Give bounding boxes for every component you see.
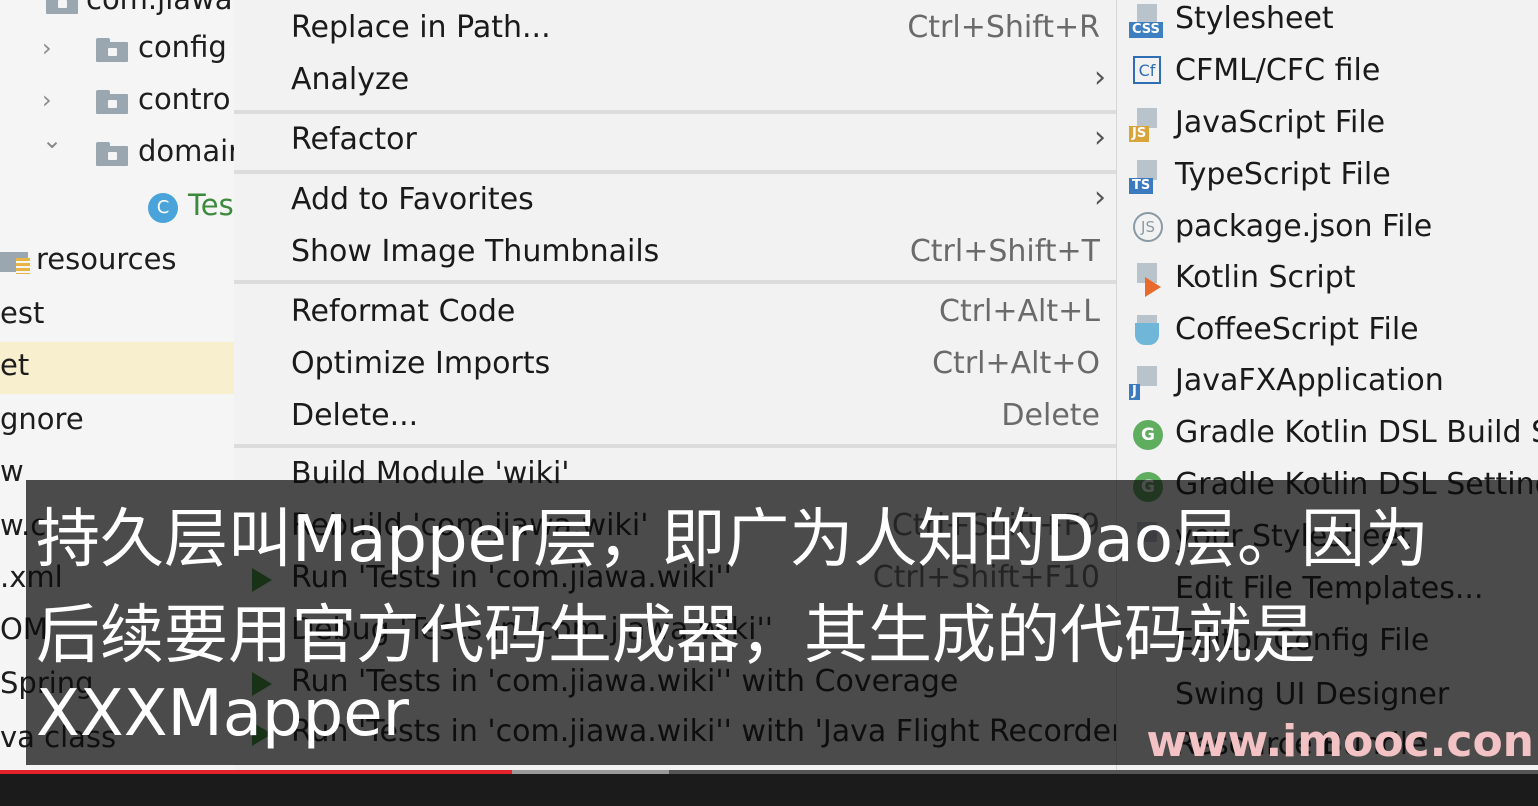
coffeescript-file-icon <box>1129 313 1165 349</box>
menu-item-shortcut: Ctrl+Alt+L <box>939 294 1100 329</box>
submenu-item-label: JavaScript File <box>1175 105 1386 140</box>
tree-row-label: gnore <box>0 402 84 436</box>
submenu-item[interactable]: J JavaFXApplication <box>1117 358 1538 410</box>
submenu-item[interactable]: Cf CFML/CFC file <box>1117 48 1538 100</box>
typescript-file-icon: TS <box>1129 158 1165 194</box>
video-player-bar <box>0 770 1538 806</box>
chevron-right-icon[interactable]: › <box>42 34 52 62</box>
menu-item[interactable]: Replace in Path... Ctrl+Shift+R <box>234 2 1116 54</box>
menu-item-shortcut: Ctrl+Shift+T <box>909 234 1100 269</box>
menu-item[interactable]: Analyze › <box>234 54 1116 106</box>
menu-item-label: Optimize Imports <box>291 346 551 381</box>
menu-item-label: Refactor <box>291 122 417 157</box>
submenu-item[interactable]: JS package.json File <box>1117 204 1538 256</box>
css-file-icon: CSS <box>1129 2 1165 38</box>
tree-row-label: contro <box>138 82 231 116</box>
progress-fill <box>0 770 513 774</box>
menu-item[interactable]: Show Image Thumbnails Ctrl+Shift+T <box>234 226 1116 278</box>
menu-item-label: Replace in Path... <box>291 10 551 45</box>
package-json-icon: JS <box>1129 210 1165 246</box>
submenu-item[interactable]: JS JavaScript File <box>1117 100 1538 152</box>
submenu-item-label: CFML/CFC file <box>1175 53 1381 88</box>
tree-row[interactable]: est <box>0 290 234 342</box>
menu-item-label: Add to Favorites <box>291 182 534 217</box>
java-class-icon: C <box>148 193 178 223</box>
tree-row-label: et <box>0 348 30 382</box>
tree-row-label: est <box>0 296 45 330</box>
imooc-watermark: www.imooc.con <box>1146 716 1534 767</box>
menu-item-label: Delete... <box>291 398 419 433</box>
progress-track[interactable] <box>0 770 1538 774</box>
submenu-item[interactable]: CSS Stylesheet <box>1117 0 1538 48</box>
submenu-item[interactable]: CoffeeScript File <box>1117 307 1538 359</box>
tree-row[interactable]: et <box>0 342 234 394</box>
chevron-right-icon[interactable]: › <box>42 86 52 114</box>
folder-icon <box>96 38 128 62</box>
tree-row-label: config <box>138 30 227 64</box>
subtitle-line-1: 持久层叫Mapper层，即广为人知的Dao层。因为 <box>36 503 1430 577</box>
folder-icon <box>96 90 128 114</box>
submenu-item-label: package.json File <box>1175 209 1433 244</box>
menu-item-label: Reformat Code <box>291 294 516 329</box>
tree-row-label: Tes <box>188 188 234 222</box>
menu-item[interactable]: Optimize Imports Ctrl+Alt+O <box>234 338 1116 390</box>
chevron-down-icon[interactable]: ⌄ <box>42 126 62 154</box>
menu-item[interactable]: Delete... Delete <box>234 390 1116 442</box>
tree-row-label: w <box>0 454 24 488</box>
chevron-right-icon: › <box>1094 120 1106 155</box>
menu-item-shortcut: Ctrl+Alt+O <box>932 346 1100 381</box>
folder-icon <box>96 142 128 166</box>
menu-item-label: Show Image Thumbnails <box>291 234 660 269</box>
subtitle-line-2: 后续要用官方代码生成器，其生成的代码就是 <box>36 599 1316 673</box>
resources-folder-icon <box>0 248 32 274</box>
menu-item-label: Analyze <box>291 62 410 97</box>
tree-row[interactable]: › contro <box>0 76 234 128</box>
tree-row-label: domair <box>138 134 234 168</box>
submenu-item-label: CoffeeScript File <box>1175 312 1419 347</box>
submenu-item[interactable]: TS TypeScript File <box>1117 152 1538 204</box>
tree-row-label: resources <box>36 242 177 276</box>
submenu-item-label: Stylesheet <box>1175 1 1334 36</box>
tree-row[interactable]: › config <box>0 24 234 76</box>
tree-row[interactable]: ⌄ domair <box>0 126 234 180</box>
submenu-item[interactable]: G Gradle Kotlin DSL Build Sc <box>1117 410 1538 462</box>
submenu-item-label: TypeScript File <box>1175 157 1391 192</box>
tree-row[interactable]: resources <box>0 236 234 288</box>
buffer-fill <box>512 770 670 774</box>
folder-icon <box>46 0 78 14</box>
submenu-item-label: Gradle Kotlin DSL Build Sc <box>1175 415 1538 450</box>
tree-row[interactable]: C Tes <box>0 182 234 234</box>
javafx-file-icon: J <box>1129 364 1165 400</box>
cfml-file-icon: Cf <box>1129 54 1165 90</box>
submenu-item-label: Kotlin Script <box>1175 260 1356 295</box>
menu-item[interactable]: Refactor › <box>234 114 1116 166</box>
chevron-right-icon: › <box>1094 60 1106 95</box>
kotlin-script-icon <box>1129 261 1165 297</box>
submenu-item[interactable]: Kotlin Script <box>1117 255 1538 307</box>
chevron-right-icon: › <box>1094 180 1106 215</box>
menu-item[interactable]: Reformat Code Ctrl+Alt+L <box>234 286 1116 338</box>
menu-item-shortcut: Delete <box>1001 398 1100 433</box>
subtitle-line-3: XXXMapper <box>36 677 409 751</box>
tree-row[interactable]: gnore <box>0 396 234 448</box>
gradle-icon: G <box>1129 416 1165 452</box>
menu-item[interactable]: Add to Favorites › <box>234 174 1116 226</box>
javascript-file-icon: JS <box>1129 106 1165 142</box>
screen: com.jiawa. › config › contro ⌄ domair C Tes resou… <box>0 0 1538 806</box>
menu-item-shortcut: Ctrl+Shift+R <box>907 10 1100 45</box>
tree-row-label: com.jiawa. <box>86 0 234 16</box>
menu-separator <box>234 280 1116 284</box>
submenu-item-label: JavaFXApplication <box>1175 363 1444 398</box>
